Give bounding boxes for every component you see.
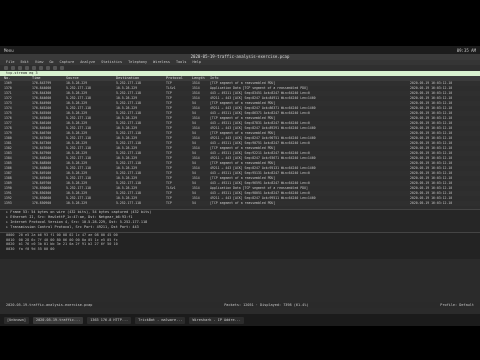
packet-details[interactable]: ▸ Frame 53: 54 bytes on wire (432 bits),…: [0, 209, 480, 232]
menu-item-wireless[interactable]: Wireless: [153, 60, 170, 65]
packet-date: 2020-05-19 16:03:12.10: [410, 201, 453, 205]
packet-len: 54: [192, 201, 196, 205]
taskbar-item[interactable]: Wireshark - IP Addre...: [189, 316, 244, 324]
menu-item-telephony[interactable]: Telephony: [128, 60, 147, 65]
menu-item-help[interactable]: Help: [193, 60, 201, 65]
packet-proto: TCP: [166, 201, 172, 205]
status-packets: Packets: 12051 · Displayed: 7398 (61.4%): [224, 303, 309, 307]
desktop-screen: Menu 09:35 AM 2020-05-19-traffic-analysi…: [0, 46, 480, 314]
hex-line: 0030 fa f0 9d 55 00 00: [6, 246, 55, 251]
status-profile[interactable]: Profile: Default: [440, 302, 474, 308]
open-icon[interactable]: [4, 66, 8, 70]
menu-item-file[interactable]: File: [6, 60, 14, 65]
packet-src: 10.5.28.229: [66, 201, 88, 205]
save-icon[interactable]: [11, 66, 15, 70]
top-panel: Menu 09:35 AM: [0, 46, 480, 54]
detail-line[interactable]: ▸ Transmission Control Protocol, Src Por…: [6, 225, 480, 230]
close-icon[interactable]: [18, 66, 22, 70]
packet-dst: 5.252.177.118: [116, 201, 141, 205]
taskbar-item[interactable]: [Unknown]: [4, 316, 29, 324]
clock: 09:35 AM: [456, 47, 476, 53]
packet-time: 176.850900: [32, 201, 52, 205]
taskbar-item[interactable]: 2020-05-19-traffic...: [32, 316, 84, 324]
zoom-in-icon[interactable]: [53, 66, 57, 70]
menu-item-statistics[interactable]: Statistics: [101, 60, 122, 65]
packet-bytes[interactable]: 0000 20 e5 2a b6 93 f1 00 08 02 1c 47 ae…: [0, 232, 480, 259]
video-frame: Menu 09:35 AM 2020-05-19-traffic-analysi…: [0, 0, 480, 360]
menu-item-analyze[interactable]: Analyze: [80, 60, 95, 65]
menu-item-edit[interactable]: Edit: [20, 60, 28, 65]
packet-no: 1393: [4, 201, 12, 205]
packet-list[interactable]: 1369 176.843799 10.5.28.229 5.252.177.118 TC…: [0, 81, 480, 209]
packet-info: [TCP segment of a reassembled PDU]: [210, 201, 276, 205]
menu-item-view[interactable]: View: [35, 60, 43, 65]
status-bar: 2020-05-19-traffic-analysis-exercise.pca…: [0, 302, 480, 308]
taskbar-item[interactable]: 1363 176.8 HTTP...: [87, 316, 132, 324]
taskbar-item[interactable]: TrickBot - malware...: [135, 316, 186, 324]
menu-item-go[interactable]: Go: [49, 60, 53, 65]
menu-button[interactable]: Menu: [4, 48, 14, 53]
reload-icon[interactable]: [25, 66, 29, 70]
zoom-out-icon[interactable]: [60, 66, 64, 70]
menu-item-capture[interactable]: Capture: [60, 60, 75, 65]
status-file: 2020-05-19-traffic-analysis-exercise.pca…: [6, 303, 93, 307]
search-icon[interactable]: [32, 66, 36, 70]
menu-item-tools[interactable]: Tools: [176, 60, 187, 65]
forward-icon[interactable]: [46, 66, 50, 70]
back-icon[interactable]: [39, 66, 43, 70]
taskbar: [Unknown] 2020-05-19-traffic... 1363 176.8…: [0, 314, 480, 326]
packet-row[interactable]: 1393 176.850900 10.5.28.229 5.252.177.118 TC…: [0, 201, 480, 206]
